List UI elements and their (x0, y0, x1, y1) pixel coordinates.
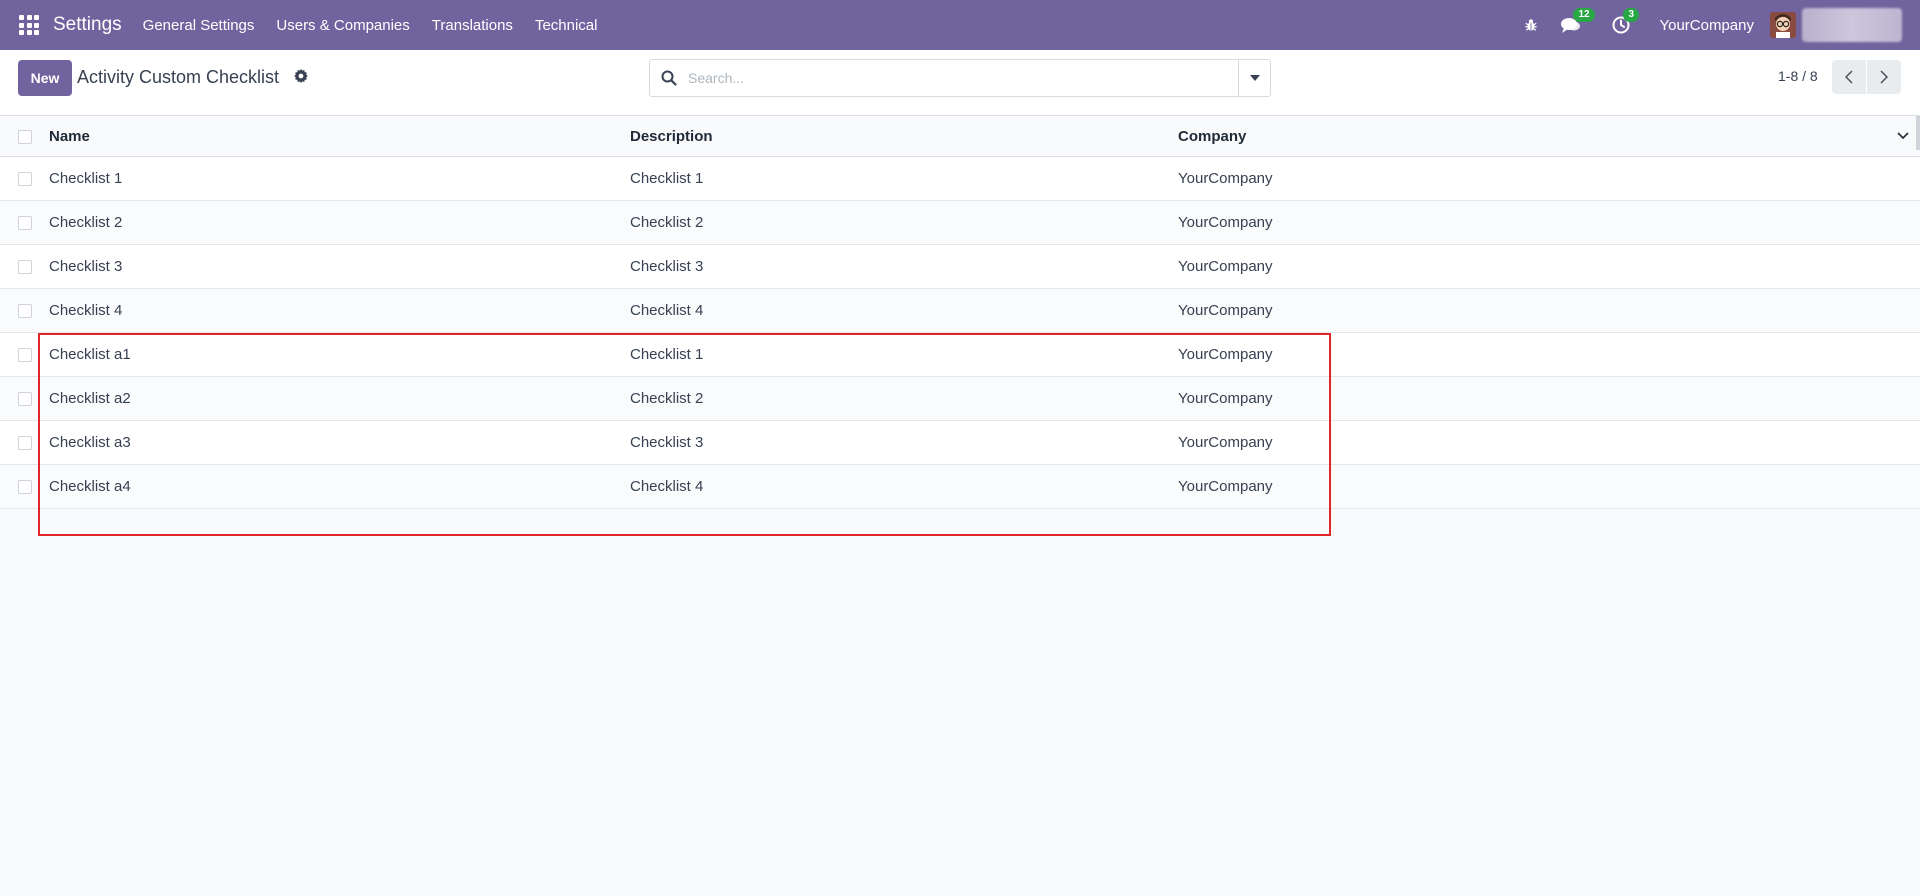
new-button[interactable]: New (18, 60, 72, 96)
list-view: Name Description Company Checklist 1 Che… (0, 116, 1920, 509)
cell-description[interactable]: Checklist 4 (630, 465, 703, 508)
table-row[interactable]: Checklist a3 Checklist 3 YourCompany (0, 421, 1920, 465)
cell-description[interactable]: Checklist 2 (630, 201, 703, 244)
row-checkbox[interactable] (18, 392, 32, 406)
menu-technical[interactable]: Technical (524, 17, 609, 34)
column-header-description[interactable]: Description (630, 116, 713, 156)
navbar-systray: 12 3 YourCompany (1521, 0, 1920, 50)
table-row[interactable]: Checklist 1 Checklist 1 YourCompany (0, 157, 1920, 201)
search-options-toggle[interactable] (1238, 60, 1270, 96)
company-switcher[interactable]: YourCompany (1659, 17, 1754, 34)
chat-icon[interactable]: 12 (1561, 8, 1595, 35)
table-row[interactable]: Checklist a2 Checklist 2 YourCompany (0, 377, 1920, 421)
cell-company[interactable]: YourCompany (1178, 157, 1273, 200)
cell-name[interactable]: Checklist a3 (49, 421, 131, 464)
cell-name[interactable]: Checklist 2 (49, 201, 122, 244)
cell-company[interactable]: YourCompany (1178, 289, 1273, 332)
optional-columns-chevron-down-icon[interactable] (1896, 129, 1912, 145)
search-icon[interactable] (650, 60, 688, 96)
cell-company[interactable]: YourCompany (1178, 377, 1273, 420)
table-row[interactable]: Checklist a4 Checklist 4 YourCompany (0, 465, 1920, 509)
cell-description[interactable]: Checklist 3 (630, 245, 703, 288)
activities-count-badge: 3 (1623, 8, 1640, 22)
cell-name[interactable]: Checklist a4 (49, 465, 131, 508)
cell-description[interactable]: Checklist 3 (630, 421, 703, 464)
chevron-right-icon (1880, 70, 1888, 84)
select-all-checkbox[interactable] (18, 130, 32, 144)
cell-name[interactable]: Checklist 4 (49, 289, 122, 332)
top-navbar: Settings General Settings Users & Compan… (0, 0, 1920, 50)
apps-grid-icon[interactable] (19, 15, 39, 35)
cell-company[interactable]: YourCompany (1178, 333, 1273, 376)
cell-name[interactable]: Checklist 3 (49, 245, 122, 288)
messages-count-badge: 12 (1573, 8, 1595, 22)
chevron-left-icon (1845, 70, 1853, 84)
row-checkbox[interactable] (18, 436, 32, 450)
row-checkbox[interactable] (18, 172, 32, 186)
pager-next-button[interactable] (1867, 60, 1901, 94)
pager-value[interactable]: 1-8 / 8 (1778, 68, 1818, 84)
row-checkbox[interactable] (18, 260, 32, 274)
column-header-company[interactable]: Company (1178, 116, 1246, 156)
cell-description[interactable]: Checklist 1 (630, 157, 703, 200)
cell-name[interactable]: Checklist a2 (49, 377, 131, 420)
user-avatar[interactable] (1770, 12, 1796, 38)
scrollbar[interactable] (1916, 116, 1920, 150)
cell-company[interactable]: YourCompany (1178, 421, 1273, 464)
control-panel: New Activity Custom Checklist 1-8 / 8 (0, 50, 1920, 116)
cell-company[interactable]: YourCompany (1178, 245, 1273, 288)
clock-icon[interactable]: 3 (1611, 8, 1640, 35)
table-row[interactable]: Checklist 3 Checklist 3 YourCompany (0, 245, 1920, 289)
cell-description[interactable]: Checklist 2 (630, 377, 703, 420)
cell-description[interactable]: Checklist 1 (630, 333, 703, 376)
caret-down-icon (1249, 75, 1260, 81)
row-checkbox[interactable] (18, 304, 32, 318)
table-row[interactable]: Checklist 4 Checklist 4 YourCompany (0, 289, 1920, 333)
table-row[interactable]: Checklist a1 Checklist 1 YourCompany (0, 333, 1920, 377)
pager-previous-button[interactable] (1832, 60, 1866, 94)
row-checkbox[interactable] (18, 216, 32, 230)
menu-general-settings[interactable]: General Settings (132, 17, 266, 34)
app-name[interactable]: Settings (53, 14, 122, 36)
cell-description[interactable]: Checklist 4 (630, 289, 703, 332)
search-bar (649, 59, 1271, 97)
column-header-name[interactable]: Name (49, 116, 90, 156)
user-menu[interactable] (1802, 8, 1902, 42)
search-input[interactable] (688, 60, 1238, 96)
cell-company[interactable]: YourCompany (1178, 465, 1273, 508)
table-row[interactable]: Checklist 2 Checklist 2 YourCompany (0, 201, 1920, 245)
cell-name[interactable]: Checklist 1 (49, 157, 122, 200)
cell-name[interactable]: Checklist a1 (49, 333, 131, 376)
menu-translations[interactable]: Translations (421, 17, 524, 34)
menu-users-companies[interactable]: Users & Companies (265, 17, 420, 34)
gear-icon[interactable] (293, 68, 309, 84)
row-checkbox[interactable] (18, 480, 32, 494)
table-header: Name Description Company (0, 116, 1920, 157)
cell-company[interactable]: YourCompany (1178, 201, 1273, 244)
bug-icon[interactable] (1521, 15, 1541, 35)
page-title: Activity Custom Checklist (77, 67, 280, 87)
row-checkbox[interactable] (18, 348, 32, 362)
